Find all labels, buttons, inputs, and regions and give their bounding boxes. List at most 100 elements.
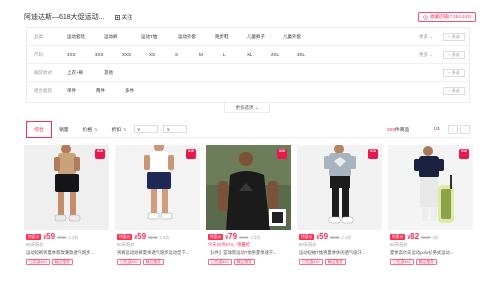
product-title[interactable]: 男裤运动短裤夏季透气跑步运动型下... bbox=[115, 250, 198, 256]
filter-row-set: 组合套装 单件 两件 多件 + 多选 bbox=[27, 82, 469, 100]
filter-row-style: 服装款式 上衣+裤 其他 + 多选 bbox=[27, 64, 469, 82]
price-tag: 特惠价 bbox=[208, 233, 224, 240]
favorite-shop-button[interactable]: 收藏店铺(7,254,243) bbox=[417, 12, 476, 22]
discount-label: 2.4折 bbox=[341, 235, 352, 240]
filter-option[interactable]: XS bbox=[149, 52, 175, 57]
product-card[interactable]: 618 特惠价 ¥79 ¥349 2.3折 今天20点¥73，限量抢 【4件】篮… bbox=[206, 145, 291, 282]
follow-button[interactable]: 关注 bbox=[114, 13, 133, 21]
recommend-chip: 精品推荐 bbox=[142, 259, 164, 265]
more-options-button[interactable]: 更多选项 ⌄ bbox=[224, 103, 270, 113]
follow-icon bbox=[114, 14, 120, 20]
filter-option[interactable]: 单件 bbox=[67, 88, 96, 94]
follow-label: 关注 bbox=[121, 15, 133, 21]
page-indicator: 1/1 bbox=[433, 127, 440, 132]
product-card[interactable]: 618 特惠价 ¥59 ¥249 2.4折 60天低价 男裤运动短裤夏季透气跑步… bbox=[115, 145, 200, 282]
product-card[interactable]: 618 特惠价 ¥82 ¥349 2折 60天低价 夏季高尔夫运动polo衫男式… bbox=[388, 145, 473, 282]
filter-more-button[interactable]: 更多 ⌄ bbox=[419, 34, 433, 40]
recommend-chip: 精品推荐 bbox=[51, 259, 73, 265]
coupon-chip: 已优惠¥40 bbox=[26, 259, 50, 265]
filter-option[interactable]: 两件 bbox=[96, 88, 125, 94]
product-title[interactable]: 运动短袖T恤男夏季休闲透气吸汗... bbox=[297, 250, 380, 256]
price: ¥59 bbox=[134, 232, 147, 241]
product-image[interactable]: 618 bbox=[297, 145, 382, 230]
sort-arrows-icon: ⇅ bbox=[94, 126, 98, 132]
filter-row-category: 品类 运动套装 运动裤 运动T恤 运动外套 跑步鞋 儿童裤子 儿童外套 更多 ⌄… bbox=[27, 28, 469, 46]
price-note: 60天低价 bbox=[299, 242, 317, 247]
filter-option[interactable]: XL bbox=[247, 52, 271, 57]
filter-multi-select-button[interactable]: + 多选 bbox=[443, 87, 465, 95]
sort-price-label: 价格 bbox=[82, 127, 93, 133]
result-suffix: 件商品 bbox=[394, 127, 410, 133]
recommend-chip: 精品推荐 bbox=[233, 259, 255, 265]
price-min-input[interactable]: ¥ bbox=[133, 125, 158, 133]
promo-618-badge: 618 bbox=[459, 149, 469, 159]
filter-option[interactable]: 2XL bbox=[271, 52, 297, 57]
discount-label: 2.4折 bbox=[159, 235, 170, 240]
filter-panel: 品类 运动套装 运动裤 运动T恤 运动外套 跑步鞋 儿童裤子 儿童外套 更多 ⌄… bbox=[26, 27, 470, 103]
shop-header: 阿迪达斯—618大促运动... 关注 收藏店铺(7,254,243) bbox=[24, 10, 476, 24]
price-tag: 特惠价 bbox=[117, 233, 133, 240]
product-image[interactable]: 618 bbox=[206, 145, 291, 230]
sort-discount-tab[interactable]: 折扣 ⇅ bbox=[105, 121, 134, 138]
product-image[interactable]: 618 bbox=[388, 145, 473, 230]
product-title[interactable]: 【4件】篮球新运动T恤男夏季速干... bbox=[206, 250, 289, 256]
more-options-label: 更多选项 bbox=[235, 104, 254, 110]
filter-option[interactable]: 跑步鞋 bbox=[215, 34, 247, 40]
heart-icon bbox=[423, 15, 428, 20]
filter-more-button[interactable]: 更多 ⌄ bbox=[419, 52, 433, 58]
coupon-chip: 已优惠¥40 bbox=[117, 259, 141, 265]
price-separator: - bbox=[159, 126, 162, 132]
price-note: 60天低价 bbox=[117, 242, 135, 247]
price: ¥82 bbox=[407, 232, 420, 241]
result-number: 209 bbox=[386, 127, 395, 133]
filter-option[interactable]: 儿童外套 bbox=[283, 34, 320, 40]
sort-sales-tab[interactable]: 销量 bbox=[52, 121, 76, 138]
filter-option[interactable]: 运动外套 bbox=[178, 34, 215, 40]
filter-option[interactable]: 运动T恤 bbox=[141, 34, 178, 40]
next-page-button[interactable]: › bbox=[460, 124, 470, 134]
price-max-input[interactable]: ¥ bbox=[163, 125, 188, 133]
product-image[interactable]: 618 bbox=[115, 145, 200, 230]
filter-option[interactable]: 运动套装 bbox=[67, 34, 104, 40]
filter-option[interactable]: 上衣+裤 bbox=[67, 70, 104, 76]
filter-option[interactable]: 儿童裤子 bbox=[247, 34, 283, 40]
product-image[interactable]: 618 bbox=[24, 145, 109, 230]
filter-option[interactable]: 3XS bbox=[95, 52, 122, 57]
promo-618-badge: 618 bbox=[95, 149, 105, 159]
filter-label: 品类 bbox=[34, 33, 43, 39]
price-tag: 特惠价 bbox=[299, 233, 315, 240]
original-price: ¥349 bbox=[57, 235, 67, 240]
filter-option[interactable]: 运动裤 bbox=[104, 34, 141, 40]
discount-label: 2折 bbox=[432, 235, 439, 240]
price: ¥79 bbox=[225, 232, 238, 241]
product-title[interactable]: 运动短裤男夏季新款薄款透气跑步... bbox=[24, 250, 107, 256]
sort-price-tab[interactable]: 价格 ⇅ bbox=[76, 121, 105, 138]
price-tag: 特惠价 bbox=[26, 233, 42, 240]
filter-label: 尺码 bbox=[34, 51, 43, 57]
filter-multi-select-button[interactable]: + 多选 bbox=[443, 50, 465, 59]
price-tag: 特惠价 bbox=[390, 233, 406, 240]
filter-option[interactable]: 4XS bbox=[67, 52, 95, 57]
filter-option[interactable]: 其他 bbox=[104, 70, 141, 76]
filter-multi-select-button[interactable]: + 多选 bbox=[443, 32, 465, 41]
filter-option[interactable]: S bbox=[175, 52, 199, 57]
product-grid: 618 特惠价 ¥59 ¥349 2.4折 60天低价 运动短裤男夏季新款薄款透… bbox=[24, 145, 474, 282]
filter-option[interactable]: XXS bbox=[122, 52, 149, 57]
favorite-label: 收藏店铺(7,254,243) bbox=[429, 14, 471, 19]
filter-option[interactable]: 多件 bbox=[125, 88, 154, 94]
promo-618-badge: 618 bbox=[186, 149, 196, 159]
price-note: 今天20点¥73，限量抢 bbox=[208, 242, 251, 247]
product-card[interactable]: 618 特惠价 ¥59 ¥249 2.4折 60天低价 运动短袖T恤男夏季休闲透… bbox=[297, 145, 382, 282]
shop-title[interactable]: 阿迪达斯—618大促运动... bbox=[24, 12, 105, 22]
filter-option[interactable]: 3XL bbox=[297, 52, 323, 57]
product-title[interactable]: 夏季高尔夫运动polo衫男式运动... bbox=[388, 250, 471, 256]
filter-option[interactable]: M bbox=[199, 52, 223, 57]
product-card[interactable]: 618 特惠价 ¥59 ¥349 2.4折 60天低价 运动短裤男夏季新款薄款透… bbox=[24, 145, 109, 282]
filter-label: 服装款式 bbox=[34, 69, 52, 75]
discount-label: 2.3折 bbox=[250, 235, 261, 240]
filter-option[interactable]: L bbox=[223, 52, 247, 57]
price: ¥59 bbox=[316, 232, 329, 241]
prev-page-button[interactable]: ‹ bbox=[448, 124, 458, 134]
filter-multi-select-button[interactable]: + 多选 bbox=[443, 68, 465, 77]
sort-comprehensive-tab[interactable]: 综合 bbox=[26, 120, 52, 138]
